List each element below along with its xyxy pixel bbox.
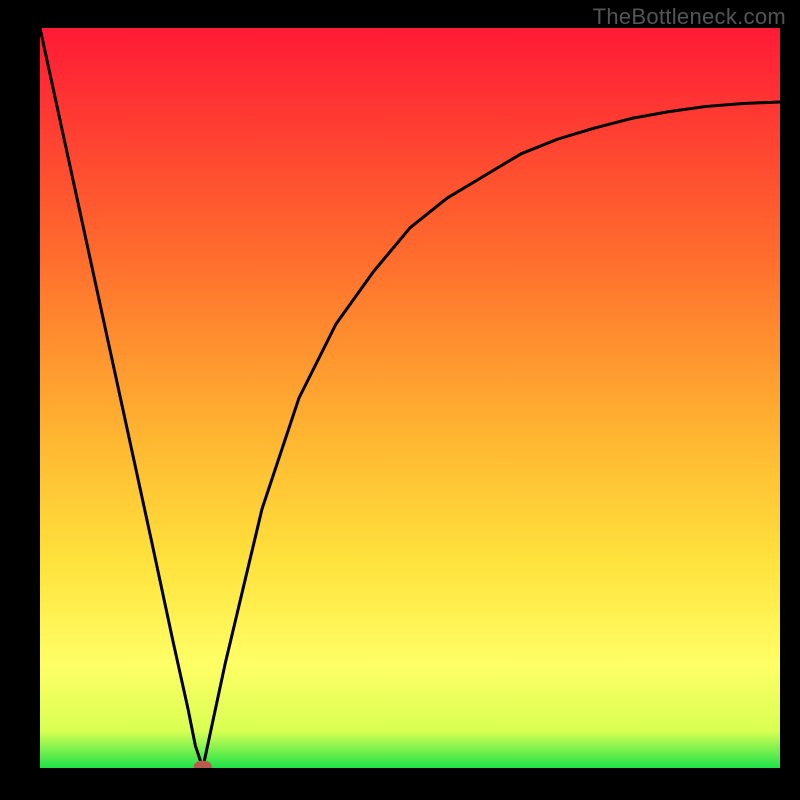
gradient-background (40, 28, 780, 768)
chart-frame: TheBottleneck.com (0, 0, 800, 800)
watermark-label: TheBottleneck.com (593, 4, 786, 30)
chart-svg (40, 28, 780, 768)
plot-area (40, 28, 780, 768)
